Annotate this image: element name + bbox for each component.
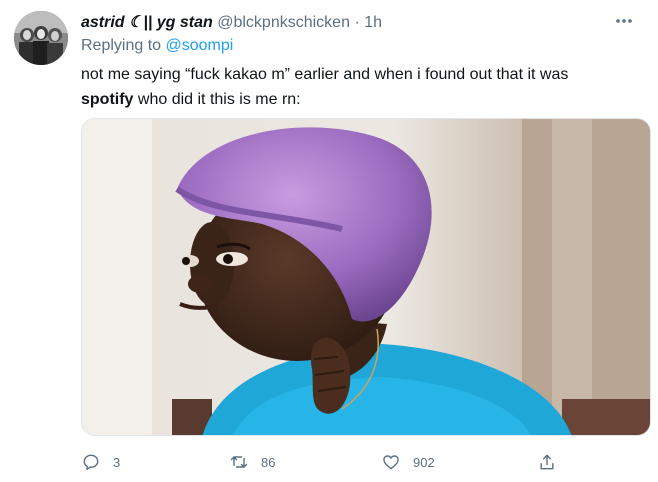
- replying-to-mention[interactable]: @soompi: [166, 37, 234, 54]
- share-button[interactable]: [537, 450, 557, 474]
- more-options-button[interactable]: [612, 10, 636, 32]
- separator-dot: ·: [354, 14, 360, 31]
- user-handle[interactable]: @blckpnkschicken: [217, 14, 350, 31]
- display-name[interactable]: astrid ☾|| yg stan: [81, 14, 213, 31]
- replying-to: Replying to @soompi: [81, 35, 233, 57]
- retweet-button[interactable]: 86: [229, 450, 275, 474]
- tweet-text-bold: spotify: [81, 91, 134, 108]
- reply-button[interactable]: 3: [81, 450, 120, 474]
- heart-icon: [383, 455, 399, 470]
- tweet-text: not me saying “fuck kakao m” earlier and…: [81, 62, 641, 112]
- like-button[interactable]: 902: [381, 450, 435, 474]
- replying-to-label: Replying to: [81, 37, 162, 54]
- like-count: 902: [413, 454, 435, 470]
- tweet-text-part2: who did it this is me rn:: [133, 91, 301, 108]
- tweet-actions: 3 86 902: [81, 450, 651, 474]
- tweet-text-part1: not me saying “fuck kakao m” earlier and…: [81, 66, 569, 83]
- comment-icon: [83, 454, 99, 471]
- tweet[interactable]: astrid ☾|| yg stan @blckpnkschicken · 1h…: [0, 0, 658, 482]
- more-horizontal-icon: [616, 19, 632, 23]
- timestamp[interactable]: 1h: [364, 14, 382, 31]
- tweet-header: astrid ☾|| yg stan @blckpnkschicken · 1h: [81, 12, 382, 34]
- tweet-media[interactable]: [81, 118, 651, 436]
- avatar-image: [14, 11, 68, 65]
- avatar[interactable]: [14, 11, 68, 65]
- reply-count: 3: [113, 454, 121, 470]
- meme-photo: [82, 119, 650, 435]
- share-icon: [540, 454, 554, 470]
- retweet-icon: [230, 456, 248, 468]
- retweet-count: 86: [261, 454, 276, 470]
